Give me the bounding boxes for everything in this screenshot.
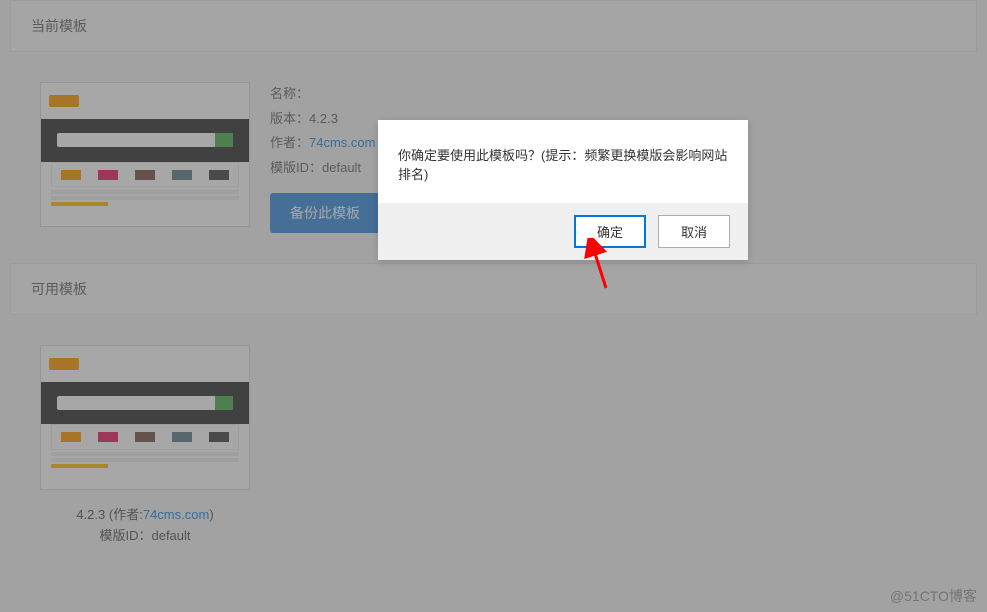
dialog-footer: 确定 取消 — [378, 203, 748, 260]
cancel-button[interactable]: 取消 — [658, 215, 730, 248]
confirm-dialog: 你确定要使用此模板吗？(提示：频繁更换模版会影响网站排名) 确定 取消 — [378, 120, 748, 260]
dialog-message: 你确定要使用此模板吗？(提示：频繁更换模版会影响网站排名) — [378, 120, 748, 203]
modal-overlay — [0, 0, 987, 612]
ok-button[interactable]: 确定 — [574, 215, 646, 248]
